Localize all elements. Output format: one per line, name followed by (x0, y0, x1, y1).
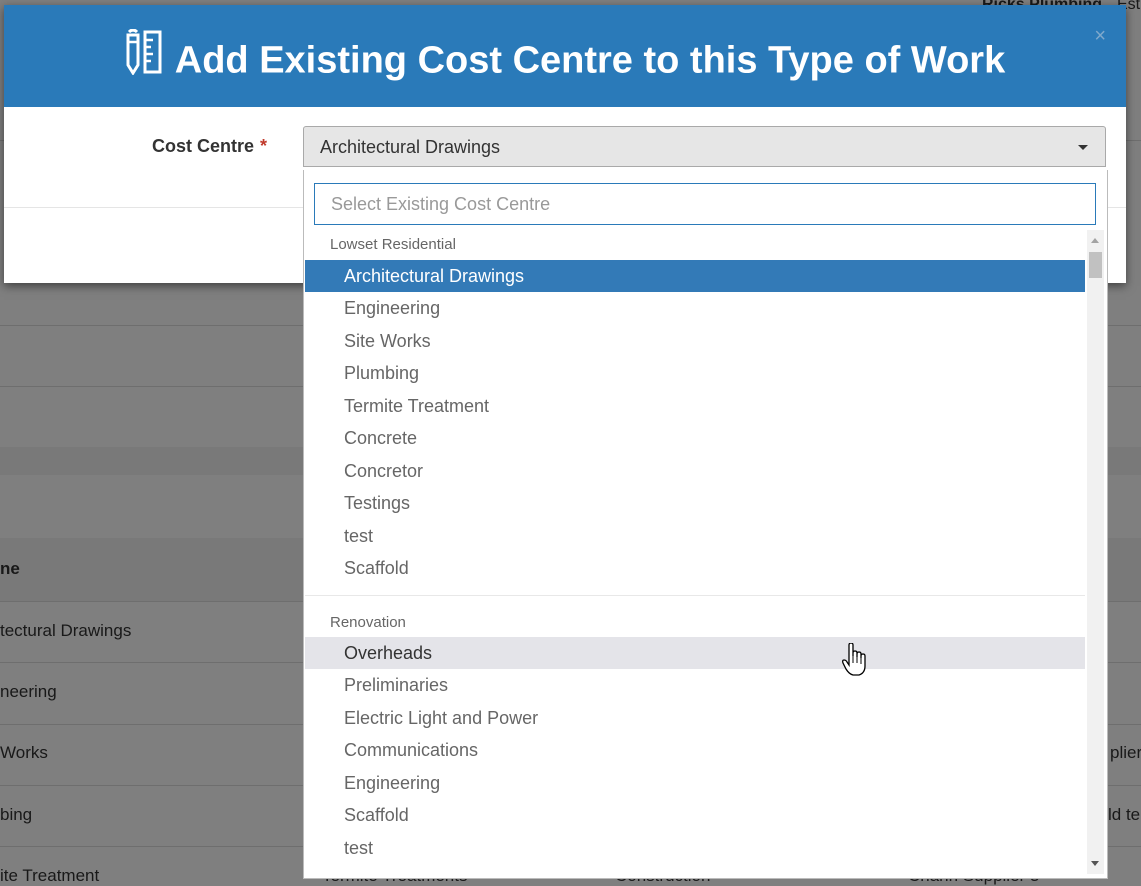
cost-centre-option[interactable]: test (305, 832, 1085, 864)
cost-centre-select-value: Architectural Drawings (320, 137, 501, 157)
cost-centre-label: Cost Centre * (152, 136, 267, 157)
hand-cursor-icon (842, 642, 866, 682)
cost-centre-option[interactable]: Communications (305, 734, 1085, 766)
cost-centre-results: Lowset Residential Architectural Drawing… (305, 228, 1085, 878)
cost-centre-option[interactable]: Scaffold (305, 799, 1085, 831)
cost-centre-option[interactable]: Electric Light and Power (305, 702, 1085, 734)
cost-centre-dropdown: Lowset Residential Architectural Drawing… (303, 170, 1108, 879)
cost-centre-option[interactable]: Preliminaries (305, 669, 1085, 701)
cost-centre-option[interactable]: Engineering (305, 767, 1085, 799)
modal-title: Add Existing Cost Centre to this Type of… (4, 28, 1126, 89)
cost-centre-option[interactable]: Scaffold (305, 552, 1085, 584)
cost-centre-option[interactable]: Concretor (305, 455, 1085, 487)
cost-centre-search-input[interactable] (314, 183, 1096, 225)
modal-header: Add Existing Cost Centre to this Type of… (4, 5, 1126, 107)
cost-centre-option[interactable]: Overheads (305, 637, 1085, 669)
cost-centre-option[interactable]: Concrete (305, 422, 1085, 454)
cost-centre-option[interactable]: Architectural Drawings (305, 260, 1085, 292)
chevron-down-icon (1078, 145, 1088, 150)
optgroup-label: Renovation (330, 614, 406, 631)
results-scrollbar[interactable] (1087, 230, 1104, 874)
cost-centre-option[interactable]: Termite Treatment (305, 390, 1085, 422)
close-icon[interactable]: × (1094, 25, 1106, 48)
cost-centre-option[interactable]: Plumbing (305, 357, 1085, 389)
cost-centre-option[interactable]: Engineering (305, 292, 1085, 324)
scroll-down-icon[interactable] (1091, 861, 1099, 866)
optgroup-label: Lowset Residential (330, 236, 456, 253)
required-marker: * (260, 136, 268, 156)
cost-centre-option[interactable]: Testings (305, 487, 1085, 519)
ruler-pencil-icon (125, 28, 163, 85)
scroll-up-icon[interactable] (1091, 238, 1099, 243)
cost-centre-select[interactable]: Architectural Drawings (303, 126, 1106, 167)
cost-centre-option[interactable]: test (305, 520, 1085, 552)
cost-centre-label-text: Cost Centre (152, 136, 255, 156)
modal-title-text: Add Existing Cost Centre to this Type of… (174, 39, 1006, 82)
scrollbar-thumb[interactable] (1089, 252, 1102, 278)
optgroup-divider (305, 595, 1085, 596)
cost-centre-option[interactable]: Site Works (305, 325, 1085, 357)
